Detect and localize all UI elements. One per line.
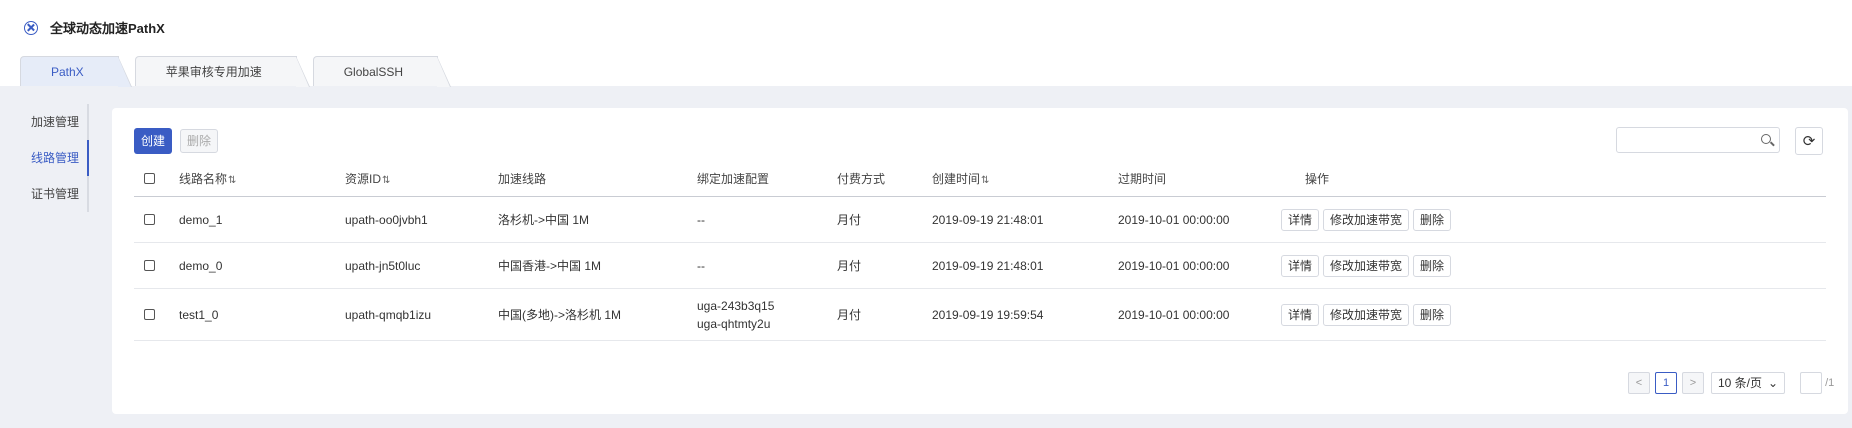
detail-button[interactable]: 详情 <box>1281 303 1320 326</box>
route-path: 中国香港->中国 1M <box>498 259 602 273</box>
expires-time: 2019-10-01 00:00:00 <box>1118 212 1230 227</box>
page-size-select[interactable]: 10 条/页 ⌄ <box>1711 372 1786 394</box>
bound-config-item: uga-qhtmty2u <box>697 316 771 331</box>
row-delete-button[interactable]: 删除 <box>1413 208 1452 231</box>
row-delete-button[interactable]: 删除 <box>1413 254 1452 277</box>
search-icon[interactable] <box>1761 134 1771 144</box>
column-expires: 过期时间 <box>1118 172 1167 186</box>
pathx-logo-icon <box>24 20 38 35</box>
expires-time: 2019-10-01 00:00:00 <box>1118 258 1230 273</box>
detail-button[interactable]: 详情 <box>1281 208 1320 231</box>
product-tabs: PathX 苹果审核专用加速 GlobalSSH <box>20 56 452 87</box>
resource-id: upath-jn5t0luc <box>345 258 421 273</box>
row-checkbox[interactable] <box>144 214 155 225</box>
next-page-button[interactable]: > <box>1682 372 1704 394</box>
row-delete-button[interactable]: 删除 <box>1413 303 1452 326</box>
row-actions: 详情 修改加速带宽 删除 <box>1281 208 1452 231</box>
row-actions: 详情 修改加速带宽 删除 <box>1281 303 1452 326</box>
modify-bandwidth-button[interactable]: 修改加速带宽 <box>1323 208 1410 231</box>
page-jump-input[interactable] <box>1800 372 1823 394</box>
top-header: 全球动态加速PathX PathX 苹果审核专用加速 GlobalSSH <box>0 0 1852 87</box>
tab-pathx[interactable]: PathX <box>20 56 132 87</box>
modify-bandwidth-button[interactable]: 修改加速带宽 <box>1323 254 1410 277</box>
expires-time: 2019-10-01 00:00:00 <box>1118 307 1230 322</box>
sidebar-item-certificates[interactable]: 证书管理 <box>0 176 89 212</box>
tab-label: PathX <box>51 65 84 79</box>
bound-config-item: uga-243b3q15 <box>697 298 775 313</box>
table-row: demo_1 upath-oo0jvbh1 洛杉机->中国 1M -- 月付 2… <box>134 197 1826 243</box>
chevron-down-icon: ⌄ <box>1768 376 1779 390</box>
pagination: < 1 > 10 条/页 ⌄ /1 <box>1628 372 1834 394</box>
payment-type: 月付 <box>837 308 862 322</box>
payment-type: 月付 <box>837 213 862 227</box>
tab-globalssh[interactable]: GlobalSSH <box>312 56 452 87</box>
sidebar-item-routes[interactable]: 线路管理 <box>0 140 89 176</box>
row-actions: 详情 修改加速带宽 删除 <box>1281 254 1452 277</box>
route-path: 洛杉机->中国 1M <box>498 213 590 227</box>
table-row: demo_0 upath-jn5t0luc 中国香港->中国 1M -- 月付 … <box>134 243 1826 289</box>
created-time: 2019-09-19 21:48:01 <box>932 212 1044 227</box>
bound-config: -- <box>697 258 705 273</box>
row-checkbox[interactable] <box>144 260 155 271</box>
create-button[interactable]: 创建 <box>134 128 173 154</box>
column-name[interactable]: 线路名称⇅ <box>179 170 236 187</box>
route-name: test1_0 <box>179 307 219 322</box>
routes-table: 线路名称⇅ 资源ID⇅ 加速线路 绑定加速配置 付费方式 创建时间⇅ 过期时间 … <box>134 161 1826 341</box>
created-time: 2019-09-19 19:59:54 <box>932 307 1044 322</box>
sort-icon[interactable]: ⇅ <box>382 175 390 186</box>
refresh-icon: ⟳ <box>1802 133 1816 150</box>
modify-bandwidth-button[interactable]: 修改加速带宽 <box>1323 303 1410 326</box>
route-path: 中国(多地)->洛杉机 1M <box>498 308 622 322</box>
search-input[interactable] <box>1616 127 1780 153</box>
delete-button[interactable]: 删除 <box>180 129 219 153</box>
resource-id: upath-oo0jvbh1 <box>345 212 428 227</box>
sidebar-item-acceleration[interactable]: 加速管理 <box>0 104 89 140</box>
refresh-button[interactable]: ⟳ <box>1795 127 1823 155</box>
app-title: 全球动态加速PathX <box>24 18 165 37</box>
detail-button[interactable]: 详情 <box>1281 254 1320 277</box>
column-payment: 付费方式 <box>837 172 886 186</box>
column-created[interactable]: 创建时间⇅ <box>932 170 989 187</box>
bound-config: uga-243b3q15 uga-qhtmty2u <box>697 297 774 333</box>
route-name: demo_0 <box>179 258 223 273</box>
tab-label: GlobalSSH <box>343 65 404 79</box>
prev-page-button[interactable]: < <box>1628 372 1650 394</box>
table-header: 线路名称⇅ 资源ID⇅ 加速线路 绑定加速配置 付费方式 创建时间⇅ 过期时间 … <box>134 161 1826 197</box>
select-all-checkbox[interactable] <box>144 173 155 184</box>
sort-icon[interactable]: ⇅ <box>228 175 236 186</box>
route-name: demo_1 <box>179 212 223 227</box>
resource-id: upath-qmqb1izu <box>345 307 432 322</box>
column-route: 加速线路 <box>498 172 547 186</box>
row-checkbox[interactable] <box>144 309 155 320</box>
created-time: 2019-09-19 21:48:01 <box>932 258 1044 273</box>
sidebar: 加速管理 线路管理 证书管理 <box>0 104 90 212</box>
page-button-current[interactable]: 1 <box>1655 372 1677 394</box>
payment-type: 月付 <box>837 259 862 273</box>
column-actions: 操作 <box>1305 172 1330 186</box>
sort-icon[interactable]: ⇅ <box>981 175 989 186</box>
main-panel: 创建 删除 ⟳ 线路名称⇅ 资源ID⇅ 加速线路 绑定加速配置 付费方式 创建时… <box>112 108 1848 414</box>
table-row: test1_0 upath-qmqb1izu 中国(多地)->洛杉机 1M ug… <box>134 289 1826 341</box>
tab-label: 苹果审核专用加速 <box>165 65 262 79</box>
total-pages: /1 <box>1825 377 1835 389</box>
bound-config: -- <box>697 212 705 227</box>
tab-apple-review[interactable]: 苹果审核专用加速 <box>134 56 310 87</box>
app-title-text: 全球动态加速PathX <box>50 21 165 36</box>
column-config: 绑定加速配置 <box>697 172 770 186</box>
page-size-label: 10 条/页 <box>1718 376 1763 390</box>
column-resource-id[interactable]: 资源ID⇅ <box>345 170 390 187</box>
